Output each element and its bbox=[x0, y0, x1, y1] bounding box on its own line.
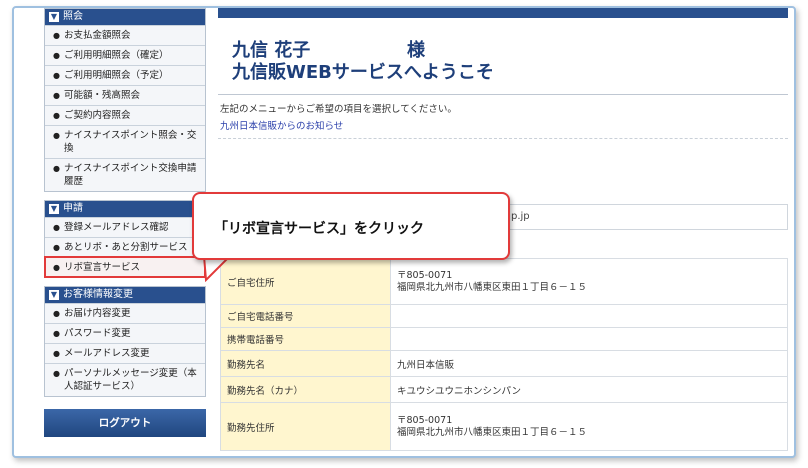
table-key: 携帯電話番号 bbox=[220, 327, 391, 351]
sidebar-item-payment-amount[interactable]: ● お支払金額照会 bbox=[45, 25, 205, 45]
sidebar-section-title: お客様情報変更 bbox=[63, 289, 133, 300]
table-value: 九州日本信販 bbox=[390, 350, 788, 377]
bullet-icon: ● bbox=[53, 71, 60, 80]
sidebar-item-contract-details[interactable]: ● ご契約内容照会 bbox=[45, 105, 205, 125]
welcome-title: 九信販WEBサービスへようこそ bbox=[232, 62, 494, 83]
instruction-text: 左記のメニューからご希望の項目を選択してください。 bbox=[220, 104, 457, 115]
sidebar-section-header[interactable]: ▼ 照会 bbox=[45, 9, 205, 25]
sidebar-item-statement-scheduled[interactable]: ● ご利用明細照会（予定） bbox=[45, 65, 205, 85]
customer-name: 九信 花子 bbox=[232, 40, 311, 61]
table-key: ご自宅電話番号 bbox=[220, 304, 391, 328]
table-row: 勤務先名 九州日本信販 bbox=[220, 350, 788, 377]
table-value bbox=[390, 304, 788, 328]
sidebar-item-available-balance[interactable]: ● 可能額・残高照会 bbox=[45, 85, 205, 105]
divider bbox=[218, 138, 788, 139]
bullet-icon: ● bbox=[53, 349, 60, 358]
email-partial: p.jp bbox=[511, 211, 530, 222]
bullet-icon: ● bbox=[53, 223, 60, 232]
bullet-icon: ● bbox=[53, 31, 60, 40]
sidebar-item-points-exchange[interactable]: ● ナイスナイスポイント照会・交換 bbox=[45, 125, 205, 158]
bullet-icon: ● bbox=[53, 243, 60, 252]
table-row: 勤務先名（カナ） キユウシユウニホンシンパン bbox=[220, 376, 788, 403]
table-key: 勤務先住所 bbox=[220, 402, 391, 451]
sidebar-item-email-confirm[interactable]: ● 登録メールアドレス確認 bbox=[45, 217, 205, 237]
sidebar-item-ato-ribo[interactable]: ● あとリボ・あと分割サービス bbox=[45, 237, 205, 257]
table-row: 勤務先住所 〒805-0071 福岡県北九州市八幡東区東田１丁目６－１５ bbox=[220, 402, 788, 451]
checkbox-icon: ▼ bbox=[49, 12, 59, 22]
bullet-icon: ● bbox=[53, 263, 60, 272]
bullet-icon: ● bbox=[53, 111, 60, 120]
table-key: ご自宅住所 bbox=[220, 258, 391, 305]
bullet-icon: ● bbox=[53, 51, 60, 60]
sidebar-section-header[interactable]: ▼ お客様情報変更 bbox=[45, 287, 205, 303]
customer-info-table: ご自宅住所 〒805-0071 福岡県北九州市八幡東区東田１丁目６－１５ ご自宅… bbox=[220, 258, 788, 451]
instruction-callout: 「リボ宣言サービス」をクリック bbox=[192, 192, 510, 260]
sidebar-item-ribo-declaration[interactable]: ● リボ宣言サービス bbox=[44, 256, 206, 278]
table-value bbox=[390, 327, 788, 351]
table-key: 勤務先名（カナ） bbox=[220, 376, 391, 403]
sidebar-section-header[interactable]: ▼ 申請 bbox=[45, 201, 205, 217]
checkbox-icon: ▼ bbox=[49, 204, 59, 214]
table-value: キユウシユウニホンシンパン bbox=[390, 376, 788, 403]
sidebar-section-application: ▼ 申請 ● 登録メールアドレス確認 ● あとリボ・あと分割サービス ● リボ宣言サー… bbox=[44, 200, 206, 278]
sidebar-item-email-change[interactable]: ● メールアドレス変更 bbox=[45, 343, 205, 363]
sidebar-section-customer-info: ▼ お客様情報変更 ● お届け内容変更 ● パスワード変更 ● メールアドレス変更 ●… bbox=[44, 286, 206, 397]
notice-link[interactable]: 九州日本信販からのお知らせ bbox=[218, 115, 792, 132]
greeting: 九信 花子 様 九信販WEBサービスへようこそ bbox=[218, 18, 792, 84]
logout-button[interactable]: ログアウト bbox=[44, 409, 206, 437]
screenshot-frame: ▼ 照会 ● お支払金額照会 ● ご利用明細照会（確定） ● ご利用明細照会（予定） … bbox=[12, 6, 796, 458]
sidebar-section-title: 照会 bbox=[63, 11, 83, 22]
sidebar-item-points-history[interactable]: ● ナイスナイスポイント交換申請履歴 bbox=[45, 158, 205, 191]
table-key: 勤務先名 bbox=[220, 350, 391, 377]
top-bar bbox=[218, 8, 788, 18]
table-row: 携帯電話番号 bbox=[220, 327, 788, 351]
sidebar-item-password-change[interactable]: ● パスワード変更 bbox=[45, 323, 205, 343]
bullet-icon: ● bbox=[53, 91, 60, 100]
sidebar-item-statement-confirmed[interactable]: ● ご利用明細照会（確定） bbox=[45, 45, 205, 65]
table-value: 〒805-0071 福岡県北九州市八幡東区東田１丁目６－１５ bbox=[390, 402, 788, 451]
sidebar-section-inquiry: ▼ 照会 ● お支払金額照会 ● ご利用明細照会（確定） ● ご利用明細照会（予定） … bbox=[44, 8, 206, 192]
sidebar-section-title: 申請 bbox=[63, 203, 83, 214]
table-row: ご自宅電話番号 bbox=[220, 304, 788, 328]
callout-text: 「リボ宣言サービス」をクリック bbox=[214, 221, 424, 237]
table-value: 〒805-0071 福岡県北九州市八幡東区東田１丁目６－１５ bbox=[390, 258, 788, 305]
sidebar: ▼ 照会 ● お支払金額照会 ● ご利用明細照会（確定） ● ご利用明細照会（予定） … bbox=[44, 8, 206, 437]
bullet-icon: ● bbox=[53, 369, 60, 378]
sidebar-item-address-change[interactable]: ● お届け内容変更 bbox=[45, 303, 205, 323]
bullet-icon: ● bbox=[53, 329, 60, 338]
bullet-icon: ● bbox=[53, 164, 60, 173]
bullet-icon: ● bbox=[53, 131, 60, 140]
table-row: ご自宅住所 〒805-0071 福岡県北九州市八幡東区東田１丁目６－１５ bbox=[220, 258, 788, 305]
bullet-icon: ● bbox=[53, 309, 60, 318]
honorific: 様 bbox=[407, 40, 425, 61]
sidebar-item-personal-message[interactable]: ● パーソナルメッセージ変更（本人認証サービス） bbox=[45, 363, 205, 396]
checkbox-icon: ▼ bbox=[49, 290, 59, 300]
